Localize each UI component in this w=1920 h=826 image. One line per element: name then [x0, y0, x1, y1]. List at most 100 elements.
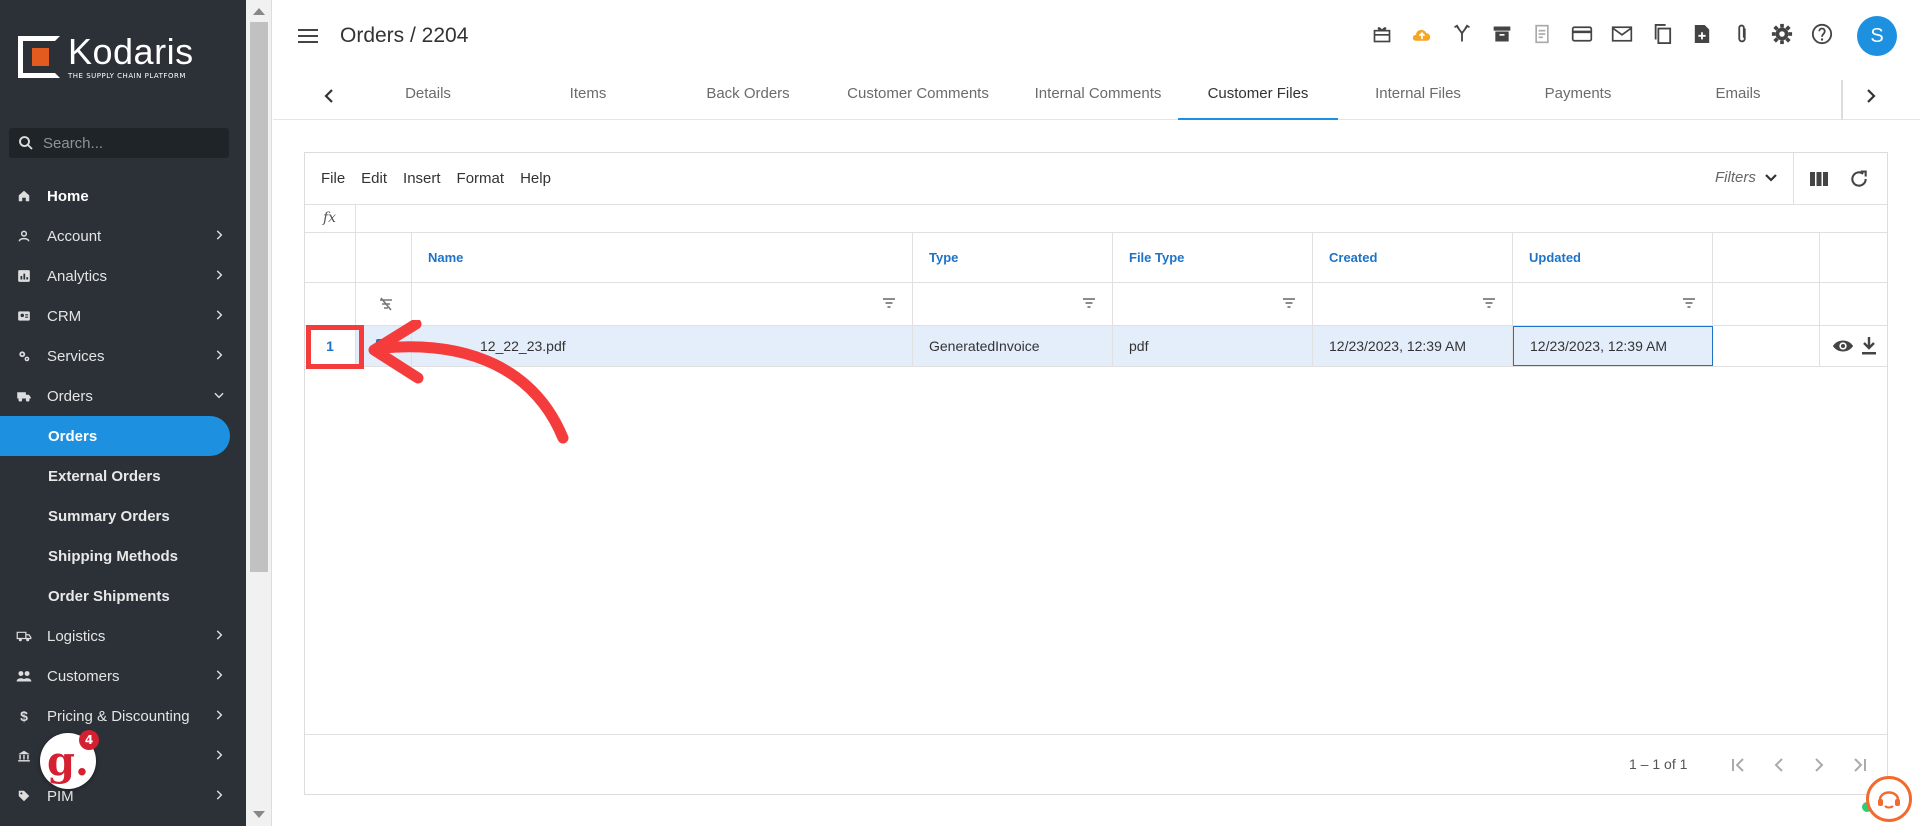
- tab-back-orders[interactable]: Back Orders: [668, 72, 828, 120]
- sidebar-item-bank[interactable]: [0, 736, 246, 776]
- filter-icon[interactable]: [882, 297, 896, 309]
- menu-file[interactable]: File: [321, 170, 345, 187]
- first-page-icon[interactable]: [1729, 755, 1749, 775]
- tab-emails[interactable]: Emails: [1658, 72, 1818, 120]
- sidebar-item-orders[interactable]: Orders: [0, 376, 246, 416]
- cloud-upload-icon[interactable]: [1410, 22, 1434, 46]
- services-gear-icon: [16, 348, 32, 364]
- next-page-icon[interactable]: [1809, 755, 1829, 775]
- column-header-created[interactable]: Created: [1313, 233, 1513, 282]
- fx-label: fx: [323, 210, 337, 226]
- menu-help[interactable]: Help: [520, 170, 551, 187]
- sidebar-item-label: Logistics: [47, 627, 106, 645]
- merge-icon[interactable]: [1450, 22, 1474, 46]
- sidebar-subitem-orders[interactable]: Orders: [0, 416, 230, 456]
- cell-type[interactable]: GeneratedInvoice: [913, 326, 1113, 366]
- sidebar-item-analytics[interactable]: Analytics: [0, 256, 246, 296]
- sidebar-subitem-summary-orders[interactable]: Summary Orders: [0, 496, 246, 536]
- file-type-filter-cell[interactable]: [1113, 283, 1313, 325]
- created-filter-cell[interactable]: [1313, 283, 1513, 325]
- sidebar-item-label: Pricing & Discounting: [47, 707, 190, 725]
- hamburger-menu-icon[interactable]: [298, 28, 318, 44]
- tab-internal-files[interactable]: Internal Files: [1338, 72, 1498, 120]
- add-file-icon[interactable]: [1690, 22, 1714, 46]
- last-page-icon[interactable]: [1849, 755, 1869, 775]
- filter-icon[interactable]: [1682, 297, 1696, 309]
- updated-filter-cell[interactable]: [1513, 283, 1713, 325]
- scroll-thumb[interactable]: [250, 22, 268, 572]
- copy-icon[interactable]: [1650, 22, 1674, 46]
- menu-insert[interactable]: Insert: [403, 170, 441, 187]
- attachment-icon[interactable]: [1730, 22, 1754, 46]
- header-toolbar: [1370, 22, 1850, 46]
- tab-customer-files[interactable]: Customer Files: [1178, 72, 1338, 120]
- view-eye-icon[interactable]: [1832, 338, 1854, 354]
- sidebar-item-customers[interactable]: Customers: [0, 656, 246, 696]
- sidebar-subitem-order-shipments[interactable]: Order Shipments: [0, 576, 246, 616]
- scroll-down-arrow-icon[interactable]: [253, 811, 265, 818]
- receipt-icon[interactable]: [1530, 22, 1554, 46]
- menu-edit[interactable]: Edit: [361, 170, 387, 187]
- column-header-updated[interactable]: Updated: [1513, 233, 1713, 282]
- sidebar-scrollbar[interactable]: [246, 0, 272, 826]
- tabs-scroll-right-icon[interactable]: [1861, 86, 1881, 106]
- sidebar-item-services[interactable]: Services: [0, 336, 246, 376]
- brand-tagline: THE SUPPLY CHAIN PLATFORM: [68, 72, 186, 80]
- support-chat-icon[interactable]: [1866, 776, 1912, 822]
- sidebar-subitem-shipping-methods[interactable]: Shipping Methods: [0, 536, 246, 576]
- grid-pager: 1 – 1 of 1: [305, 734, 1887, 794]
- tab-details[interactable]: Details: [348, 72, 508, 120]
- tab-internal-comments[interactable]: Internal Comments: [1008, 72, 1188, 120]
- filter-row-number-cell: [305, 283, 356, 325]
- contact-card-icon: [16, 308, 32, 324]
- sidebar-item-crm[interactable]: CRM: [0, 296, 246, 336]
- sidebar-item-logistics[interactable]: Logistics: [0, 616, 246, 656]
- search-input[interactable]: [43, 134, 213, 152]
- help-icon[interactable]: [1810, 22, 1834, 46]
- filter-icon[interactable]: [1482, 297, 1496, 309]
- refresh-icon[interactable]: [1849, 169, 1869, 189]
- column-header-name[interactable]: Name: [412, 233, 913, 282]
- filters-dropdown[interactable]: Filters: [1715, 169, 1778, 186]
- sidebar-item-pim[interactable]: PIM: [0, 776, 246, 816]
- row-actions: [1820, 326, 1887, 366]
- user-avatar[interactable]: S: [1857, 16, 1897, 56]
- actions-filter-cell: [1820, 283, 1887, 325]
- cell-updated[interactable]: 12/23/2023, 12:39 AM: [1513, 326, 1713, 366]
- previous-page-icon[interactable]: [1769, 755, 1789, 775]
- chevron-right-icon: [216, 630, 223, 640]
- column-header-file-type[interactable]: File Type: [1113, 233, 1313, 282]
- filter-icon[interactable]: [1282, 297, 1296, 309]
- tabs-scroll-left-icon[interactable]: [319, 86, 339, 106]
- name-filter-cell[interactable]: [412, 283, 913, 325]
- people-icon: [16, 668, 32, 684]
- tab-payments[interactable]: Payments: [1498, 72, 1658, 120]
- clear-filters-icon[interactable]: [356, 283, 412, 325]
- mail-icon[interactable]: [1610, 22, 1634, 46]
- home-icon: [16, 188, 32, 204]
- sidebar-item-label: Analytics: [47, 267, 108, 285]
- tab-customer-comments[interactable]: Customer Comments: [828, 72, 1008, 120]
- menu-format[interactable]: Format: [457, 170, 505, 187]
- cell-created[interactable]: 12/23/2023, 12:39 AM: [1313, 326, 1513, 366]
- kodaris-logo[interactable]: Kodaris THE SUPPLY CHAIN PLATFORM: [18, 34, 194, 80]
- filter-icon[interactable]: [1082, 297, 1096, 309]
- archive-icon[interactable]: [1490, 22, 1514, 46]
- chevron-right-icon: [216, 790, 223, 800]
- sidebar-item-home[interactable]: Home: [0, 176, 246, 216]
- download-icon[interactable]: [1860, 336, 1878, 356]
- sidebar-item-pricing-discounting[interactable]: $ Pricing & Discounting: [0, 696, 246, 736]
- scroll-up-arrow-icon[interactable]: [253, 8, 265, 15]
- sidebar-subitem-external-orders[interactable]: External Orders: [0, 456, 246, 496]
- column-header-type[interactable]: Type: [913, 233, 1113, 282]
- cell-file-type[interactable]: pdf: [1113, 326, 1313, 366]
- gift-icon[interactable]: [1370, 22, 1394, 46]
- annotation-highlight-box: [306, 325, 364, 369]
- sidebar-item-account[interactable]: Account: [0, 216, 246, 256]
- credit-card-icon[interactable]: [1570, 22, 1594, 46]
- columns-icon[interactable]: [1809, 169, 1829, 189]
- tab-items[interactable]: Items: [508, 72, 668, 120]
- type-filter-cell[interactable]: [913, 283, 1113, 325]
- settings-icon[interactable]: [1770, 22, 1794, 46]
- chevron-right-icon: [216, 710, 223, 720]
